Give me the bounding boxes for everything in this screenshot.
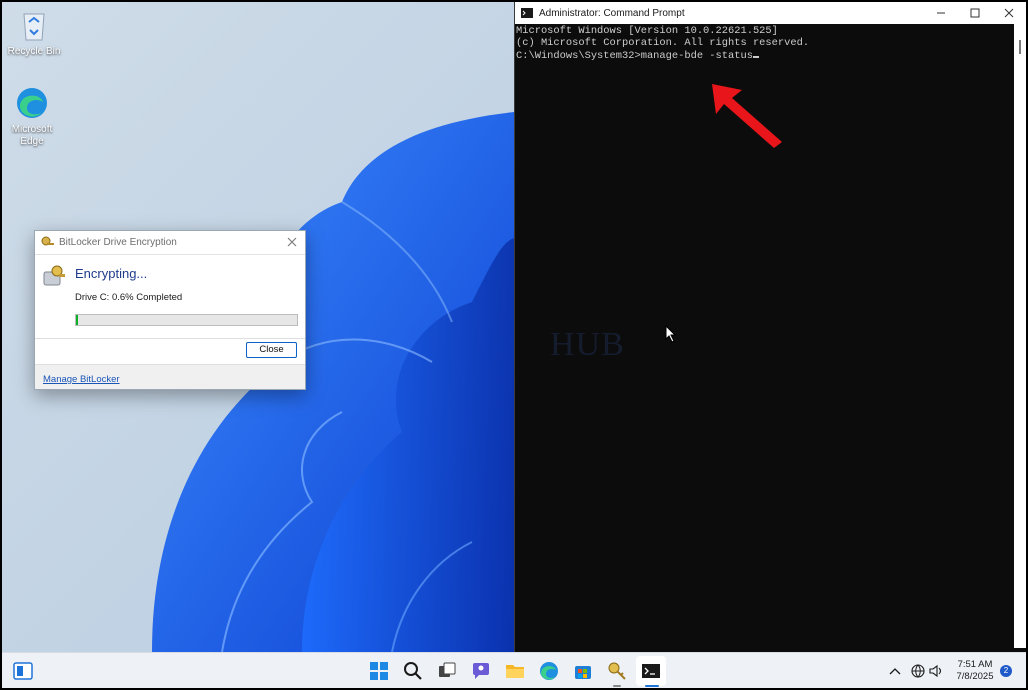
network-icon[interactable] — [910, 660, 926, 682]
desktop-icon-label: Microsoft Edge — [11, 124, 53, 147]
cmd-icon[interactable] — [640, 660, 662, 682]
close-button[interactable]: Close — [246, 342, 297, 358]
edge-icon[interactable] — [538, 660, 560, 682]
watermark: HUB — [550, 326, 625, 363]
active-indicator — [645, 685, 659, 687]
volume-icon[interactable] — [928, 660, 944, 682]
taskbar: 7:51 AM 7/8/2025 2 — [2, 652, 1026, 688]
notification-badge[interactable]: 2 — [1000, 665, 1012, 677]
desktop-icon-recycle-bin[interactable]: Recycle Bin — [2, 8, 66, 58]
clock-date: 7/8/2025 — [956, 671, 994, 682]
bitlocker-keys-icon — [43, 265, 65, 286]
console-line-command: C:\Windows\System32>manage-bde -status — [516, 50, 1014, 62]
system-clock[interactable]: 7:51 AM 7/8/2025 — [950, 659, 1000, 683]
manage-bitlocker-link[interactable]: Manage BitLocker — [43, 374, 120, 385]
chevron-up-icon[interactable] — [888, 660, 902, 682]
close-icon[interactable] — [1001, 5, 1017, 21]
chat-icon[interactable] — [470, 660, 492, 682]
file-explorer-icon[interactable] — [504, 660, 526, 682]
store-icon[interactable] — [572, 660, 594, 682]
mouse-cursor-icon — [665, 325, 677, 343]
console-line: Microsoft Windows [Version 10.0.22621.52… — [516, 25, 778, 37]
cmd-icon — [521, 8, 533, 18]
progress-fill — [76, 315, 78, 325]
desktop-icon-edge[interactable]: Microsoft Edge — [2, 86, 62, 148]
close-icon[interactable] — [285, 235, 299, 249]
cmd-scrollbar[interactable] — [1014, 24, 1026, 648]
desktop-icon-label: Recycle Bin — [7, 46, 61, 57]
start-icon[interactable] — [368, 660, 390, 682]
task-view-icon[interactable] — [436, 660, 458, 682]
encryption-progress-bar — [75, 314, 298, 326]
divider — [35, 364, 305, 365]
widgets-icon[interactable] — [12, 660, 34, 682]
red-arrow-annotation — [712, 84, 782, 148]
running-indicator — [613, 685, 621, 687]
encryption-status: Drive C: 0.6% Completed — [75, 292, 183, 303]
minimize-icon[interactable] — [933, 5, 949, 21]
desktop: Recycle Bin Microsoft Edge BitLocker Dri… — [2, 2, 1026, 688]
text-caret — [752, 55, 759, 58]
clock-time: 7:51 AM — [957, 659, 993, 670]
edge-icon — [17, 88, 47, 118]
cmd-title: Administrator: Command Prompt — [539, 7, 685, 19]
dialog-heading: Encrypting... — [75, 266, 148, 281]
bitlocker-key-icon — [41, 236, 54, 245]
dialog-title: BitLocker Drive Encryption — [59, 237, 177, 248]
cmd-titlebar[interactable]: Administrator: Command Prompt — [515, 2, 1026, 24]
bitlocker-dialog: BitLocker Drive Encryption Encrypting...… — [34, 230, 306, 390]
divider — [35, 338, 305, 339]
console-line: (c) Microsoft Corporation. All rights re… — [516, 37, 810, 50]
maximize-icon[interactable] — [967, 5, 983, 21]
console-command: C:\Windows\System32>manage-bde -status — [516, 49, 753, 62]
dialog-titlebar[interactable]: BitLocker Drive Encryption — [35, 231, 305, 255]
recycle-bin-icon — [23, 13, 45, 41]
search-icon[interactable] — [402, 660, 424, 682]
scrollbar-thumb[interactable] — [1019, 40, 1021, 54]
bitlocker-icon[interactable] — [606, 660, 628, 682]
